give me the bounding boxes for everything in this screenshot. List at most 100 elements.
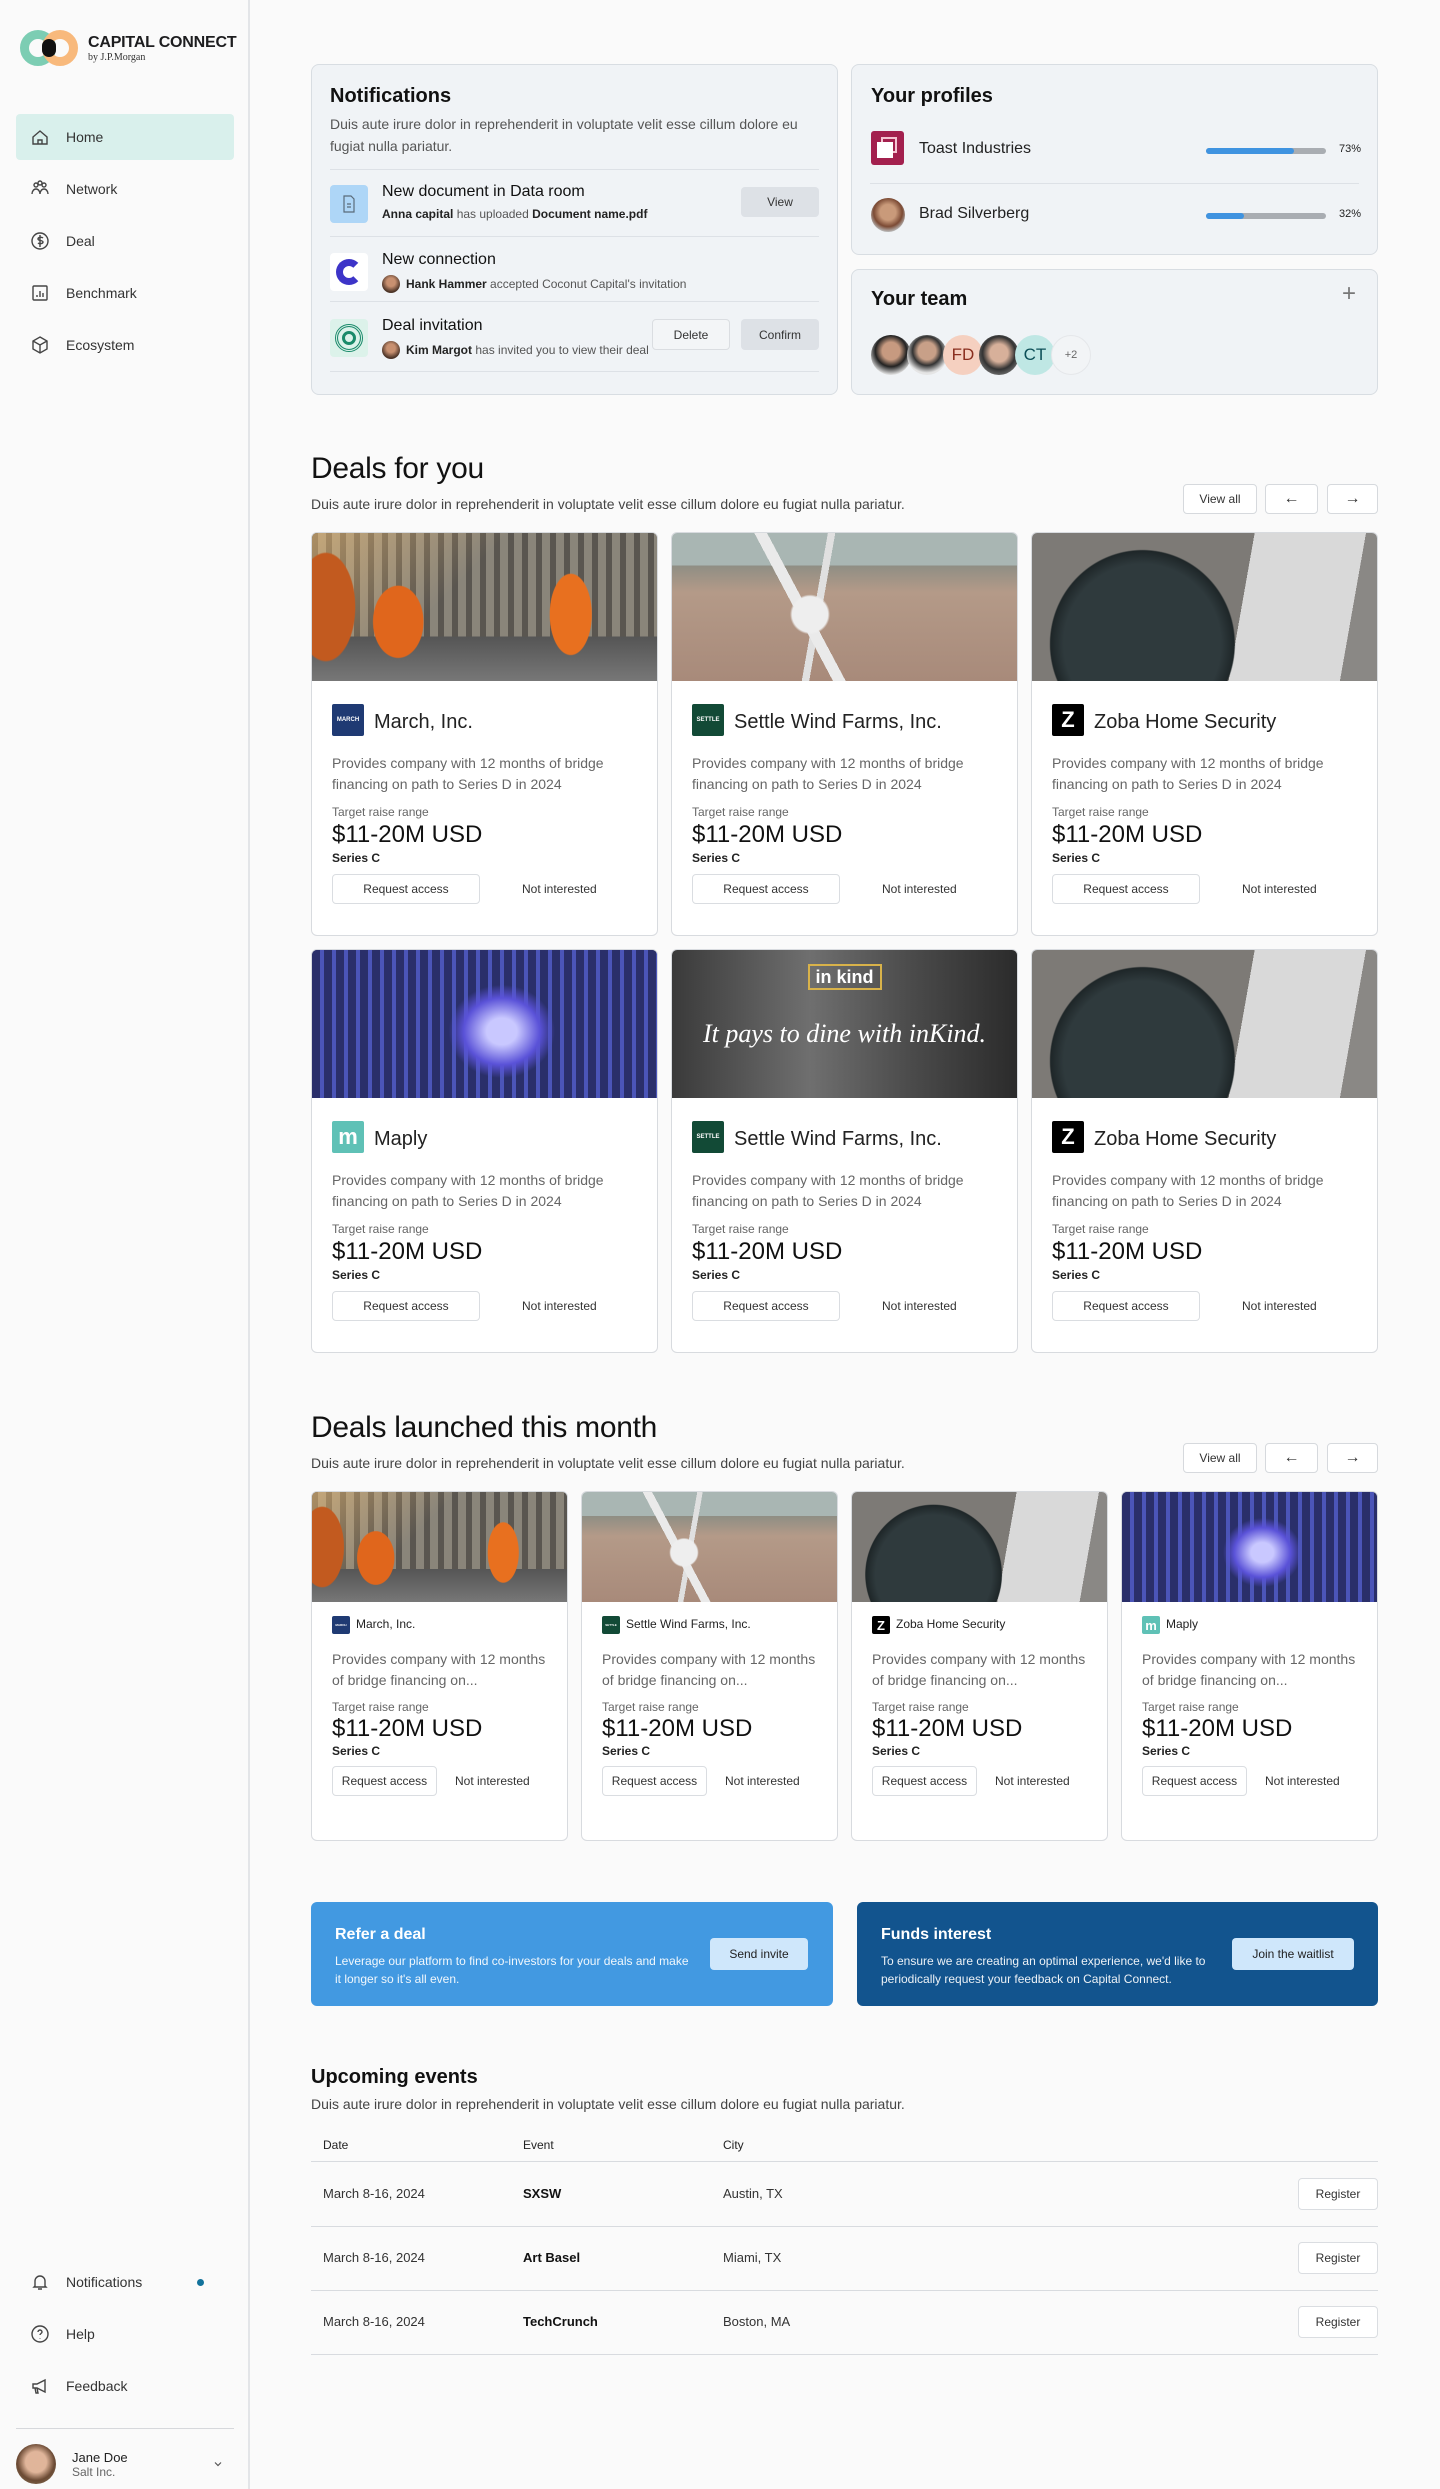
deal-image (852, 1492, 1107, 1602)
sidebar-item-ecosystem[interactable]: Ecosystem (16, 322, 234, 368)
deal-description: Provides company with 12 months of bridg… (692, 755, 964, 792)
user-menu[interactable]: Jane Doe Salt Inc. (16, 2443, 234, 2485)
target-raise-label: Target raise range (692, 805, 789, 819)
deal-description: Provides company with 12 months of bridg… (1052, 1172, 1324, 1209)
view-button[interactable]: View (741, 187, 819, 217)
company-name[interactable]: Zoba Home Security (1094, 1128, 1276, 1151)
notification-title: New document in Data room (382, 183, 585, 200)
toast-logo-icon (871, 131, 904, 165)
target-raise-range: $11-20M USD (1052, 821, 1203, 848)
request-access-button[interactable]: Request access (602, 1766, 707, 1796)
cube-icon (32, 336, 48, 354)
deal-card[interactable]: Z Zoba Home Security Provides company wi… (851, 1491, 1108, 1841)
request-access-button[interactable]: Request access (1142, 1766, 1247, 1796)
team-member-avatar[interactable] (871, 335, 911, 375)
profile-name[interactable]: Toast Industries (919, 140, 1031, 158)
register-button[interactable]: Register (1298, 2306, 1378, 2338)
not-interested-button[interactable]: Not interested (522, 874, 597, 904)
deal-card[interactable]: MARCH March, Inc. Provides company with … (311, 532, 658, 936)
request-access-button[interactable]: Request access (332, 874, 480, 904)
company-name[interactable]: March, Inc. (374, 711, 473, 734)
not-interested-button[interactable]: Not interested (1242, 1291, 1317, 1321)
view-all-button[interactable]: View all (1183, 484, 1257, 514)
sidebar-item-notifications[interactable]: Notifications (16, 2259, 234, 2305)
target-raise-label: Target raise range (1052, 805, 1149, 819)
register-button[interactable]: Register (1298, 2178, 1378, 2210)
company-name[interactable]: Settle Wind Farms, Inc. (734, 1128, 942, 1151)
deal-card[interactable]: Z Zoba Home Security Provides company wi… (1031, 949, 1378, 1353)
request-access-button[interactable]: Request access (872, 1766, 977, 1796)
company-logo: MARCH (332, 704, 364, 736)
target-raise-range: $11-20M USD (602, 1715, 753, 1742)
prev-arrow-icon[interactable]: ← (1265, 1443, 1318, 1473)
deal-card[interactable]: SETTLE Settle Wind Farms, Inc. Provides … (581, 1491, 838, 1841)
not-interested-button[interactable]: Not interested (1265, 1766, 1340, 1796)
next-arrow-icon[interactable]: → (1327, 1443, 1378, 1473)
company-name[interactable]: March, Inc. (356, 1617, 415, 1631)
prev-arrow-icon[interactable]: ← (1265, 484, 1318, 514)
notification-actor: Hank Hammer (406, 277, 487, 291)
column-header-date: Date (323, 2138, 349, 2152)
not-interested-button[interactable]: Not interested (882, 874, 957, 904)
send-invite-button[interactable]: Send invite (710, 1938, 808, 1970)
sidebar-item-help[interactable]: Help (16, 2311, 234, 2357)
add-member-plus-icon[interactable]: + (1342, 280, 1356, 308)
sidebar-item-home[interactable]: Home (16, 114, 234, 160)
deal-card[interactable]: m Maply Provides company with 12 months … (311, 949, 658, 1353)
deals-launched-title: Deals launched this month (311, 1411, 658, 1444)
brand-byline: by J.P.Morgan (88, 51, 146, 63)
request-access-button[interactable]: Request access (332, 1291, 480, 1321)
register-button[interactable]: Register (1298, 2242, 1378, 2274)
deal-card[interactable]: Z Zoba Home Security Provides company wi… (1031, 532, 1378, 936)
deal-card[interactable]: MARCH March, Inc. Provides company with … (311, 1491, 568, 1841)
deal-card[interactable]: in kind It pays to dine with inKind. SETT… (671, 949, 1018, 1353)
not-interested-button[interactable]: Not interested (882, 1291, 957, 1321)
sidebar-item-deal[interactable]: Deal (16, 218, 234, 264)
deal-image (1032, 533, 1377, 681)
company-logo: Z (1052, 1121, 1084, 1153)
team-member-avatar[interactable] (979, 335, 1019, 375)
notification-text: has invited you to view their deal (475, 343, 649, 357)
not-interested-button[interactable]: Not interested (455, 1766, 530, 1796)
deal-card[interactable]: SETTLE Settle Wind Farms, Inc. Provides … (671, 532, 1018, 936)
not-interested-button[interactable]: Not interested (1242, 874, 1317, 904)
bell-icon (32, 2275, 48, 2290)
request-access-button[interactable]: Request access (692, 1291, 840, 1321)
events-subtitle: Duis aute irure dolor in reprehenderit i… (311, 2096, 905, 2112)
team-more-count[interactable]: +2 (1051, 335, 1091, 375)
sidebar-item-benchmark[interactable]: Benchmark (16, 270, 234, 316)
company-name[interactable]: Maply (374, 1128, 427, 1151)
profile-name[interactable]: Brad Silverberg (919, 205, 1029, 223)
team-member-avatar[interactable] (907, 335, 947, 375)
document-icon (330, 185, 368, 223)
join-waitlist-button[interactable]: Join the waitlist (1232, 1938, 1354, 1970)
next-arrow-icon[interactable]: → (1327, 484, 1378, 514)
sidebar-item-feedback[interactable]: Feedback (16, 2363, 234, 2409)
company-name[interactable]: Zoba Home Security (1094, 711, 1276, 734)
confirm-button[interactable]: Confirm (741, 319, 819, 350)
deal-card[interactable]: m Maply Provides company with 12 months … (1121, 1491, 1378, 1841)
company-name[interactable]: Settle Wind Farms, Inc. (626, 1617, 751, 1631)
request-access-button[interactable]: Request access (1052, 1291, 1200, 1321)
team-member-initials[interactable]: FD (943, 335, 983, 375)
sidebar-item-network[interactable]: Network (16, 166, 234, 212)
logo[interactable]: CAPITAL CONNECT by J.P.Morgan (20, 30, 237, 66)
notification-actor: Anna capital (382, 207, 454, 221)
not-interested-button[interactable]: Not interested (522, 1291, 597, 1321)
delete-button[interactable]: Delete (652, 319, 730, 350)
not-interested-button[interactable]: Not interested (995, 1766, 1070, 1796)
divider (330, 301, 819, 302)
team-member-initials[interactable]: CT (1015, 335, 1055, 375)
target-raise-range: $11-20M USD (692, 821, 843, 848)
request-access-button[interactable]: Request access (692, 874, 840, 904)
request-access-button[interactable]: Request access (1052, 874, 1200, 904)
series-label: Series C (692, 1268, 741, 1282)
company-name[interactable]: Zoba Home Security (896, 1617, 1005, 1631)
profile-progress-bar (1206, 148, 1326, 154)
target-raise-label: Target raise range (1142, 1700, 1239, 1714)
not-interested-button[interactable]: Not interested (725, 1766, 800, 1796)
company-name[interactable]: Settle Wind Farms, Inc. (734, 711, 942, 734)
company-name[interactable]: Maply (1166, 1617, 1198, 1631)
view-all-button[interactable]: View all (1183, 1443, 1257, 1473)
request-access-button[interactable]: Request access (332, 1766, 437, 1796)
